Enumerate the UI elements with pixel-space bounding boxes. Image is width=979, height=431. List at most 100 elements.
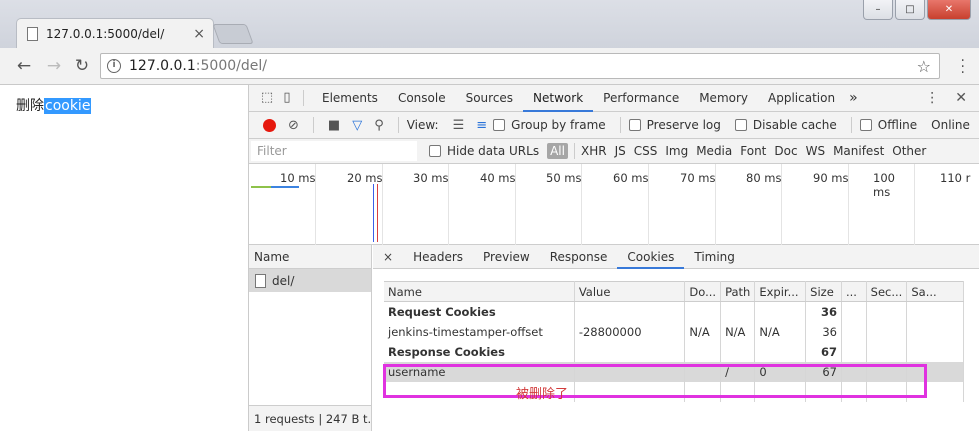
separator [312, 117, 314, 133]
reload-icon[interactable]: ↻ [72, 56, 92, 76]
close-window-button[interactable]: ✕ [927, 0, 971, 20]
record-icon[interactable] [263, 118, 276, 132]
cell [720, 301, 756, 322]
cell [841, 341, 867, 362]
clear-icon[interactable]: ⊘ [288, 118, 299, 133]
tab-preview[interactable]: Preview [473, 245, 540, 269]
checkbox-box [628, 119, 641, 131]
tab-sources[interactable]: Sources [456, 85, 523, 112]
group-by-frame-checkbox[interactable]: Group by frame [493, 118, 606, 132]
timeline-overview[interactable]: 10 ms 20 ms 30 ms 40 ms 50 ms 60 ms 70 m… [249, 164, 979, 245]
separator [619, 117, 621, 133]
col-value[interactable]: Value [574, 281, 686, 302]
type-filter-doc[interactable]: Doc [774, 144, 797, 158]
back-icon[interactable]: ← [14, 56, 34, 76]
offline-checkbox[interactable]: Offline [859, 118, 917, 132]
page-icon [27, 26, 38, 41]
name-column-header[interactable]: Name [249, 245, 371, 269]
type-filter-manifest[interactable]: Manifest [833, 144, 884, 158]
search-icon[interactable]: ⚲ [374, 118, 384, 133]
tab-memory[interactable]: Memory [689, 85, 758, 112]
tick: 30 ms [413, 164, 449, 245]
type-filter-ws[interactable]: WS [806, 144, 825, 158]
tab-network[interactable]: Network [523, 85, 594, 112]
screenshot-icon[interactable]: ■ [328, 118, 340, 133]
bookmark-star-icon[interactable]: ☆ [917, 57, 931, 76]
table-header-row: Name Value Do... Path Expir... Size ... … [384, 281, 964, 302]
type-filter-other[interactable]: Other [892, 144, 926, 158]
request-row[interactable]: del/ [249, 269, 371, 292]
list-view-icon[interactable]: ☰ [453, 118, 465, 133]
title-bar: 127.0.0.1:5000/del/ × – □ ✕ [0, 0, 979, 48]
cell [684, 341, 722, 362]
more-tabs-icon[interactable]: » [845, 85, 862, 112]
type-filter-xhr[interactable]: XHR [581, 144, 607, 158]
tick: 40 ms [480, 164, 516, 245]
delete-cookie-link[interactable]: 删除cookie [16, 95, 92, 115]
col-domain[interactable]: Do... [684, 281, 722, 302]
col-name[interactable]: Name [384, 281, 575, 302]
col-samesite[interactable]: Sa... [906, 281, 964, 302]
cell [906, 301, 964, 322]
tick-label: 100 ms [873, 171, 895, 199]
group-label: Response Cookies [384, 341, 575, 362]
tab-performance[interactable]: Performance [593, 85, 689, 112]
separator [303, 90, 304, 106]
info-icon[interactable]: i [107, 59, 121, 73]
cookie-name: jenkins-timestamper-offset [384, 321, 575, 342]
checkbox-label: Preserve log [646, 118, 721, 132]
tick-label: 30 ms [413, 171, 449, 185]
type-filter-media[interactable]: Media [696, 144, 732, 158]
filter-icon[interactable]: ▽ [352, 118, 362, 133]
col-size[interactable]: Size [805, 281, 842, 302]
selected-text: cookie [44, 98, 92, 114]
tab-cookies[interactable]: Cookies [617, 245, 685, 269]
address-bar[interactable]: i 127.0.0.1 :5000/del/ ☆ [100, 53, 940, 79]
tab-timing[interactable]: Timing [684, 245, 745, 269]
tab-close-icon[interactable]: × [193, 26, 205, 42]
type-filter-all[interactable]: All [547, 143, 568, 159]
checkbox-box [859, 119, 872, 131]
close-detail-icon[interactable]: × [373, 250, 403, 264]
cell [906, 341, 964, 362]
type-filter-css[interactable]: CSS [634, 144, 658, 158]
filter-input[interactable]: Filter [251, 141, 417, 161]
col-expires[interactable]: Expir... [754, 281, 807, 302]
cell [841, 301, 867, 322]
tick-label: 10 ms [280, 171, 316, 185]
maximize-button[interactable]: □ [895, 0, 925, 20]
devtools-menu-icon[interactable]: ⋮ [925, 90, 939, 106]
browser-tab[interactable]: 127.0.0.1:5000/del/ × [16, 18, 214, 48]
hide-data-urls-checkbox[interactable]: Hide data URLs [429, 144, 539, 158]
inspect-icon[interactable]: ⬚ [259, 90, 275, 106]
preserve-log-checkbox[interactable]: Preserve log [628, 118, 721, 132]
tab-application[interactable]: Application [758, 85, 845, 112]
request-list: Name del/ 1 requests | 247 B t... [249, 245, 372, 431]
table-row: Response Cookies 67 [384, 341, 964, 362]
device-toolbar-icon[interactable]: ▯ [279, 90, 295, 106]
tab-elements[interactable]: Elements [312, 85, 388, 112]
tick: 80 ms [746, 164, 782, 245]
devtools-close-icon[interactable]: ✕ [955, 90, 967, 106]
waterfall-view-icon[interactable]: ≡ [476, 118, 487, 133]
cell [574, 341, 686, 362]
table-row[interactable]: jenkins-timestamper-offset -28800000 N/A… [384, 321, 964, 342]
col-secure[interactable]: Sec... [866, 281, 908, 302]
type-filter-img[interactable]: Img [665, 144, 688, 158]
type-filter-font[interactable]: Font [740, 144, 766, 158]
tick-label: 90 ms [813, 171, 849, 185]
type-filter-js[interactable]: JS [615, 144, 626, 158]
col-httponly[interactable]: ... [841, 281, 867, 302]
tab-headers[interactable]: Headers [403, 245, 473, 269]
separator [397, 117, 399, 133]
tab-response[interactable]: Response [540, 245, 618, 269]
new-tab-button[interactable] [212, 24, 254, 44]
minimize-button[interactable]: – [863, 0, 893, 20]
disable-cache-checkbox[interactable]: Disable cache [734, 118, 837, 132]
forward-icon[interactable]: → [44, 56, 64, 76]
browser-menu-icon[interactable]: · · · [961, 54, 965, 80]
col-path[interactable]: Path [720, 281, 756, 302]
table-row: Request Cookies 36 [384, 301, 964, 322]
throttling-select[interactable]: Online [931, 118, 970, 132]
tab-console[interactable]: Console [388, 85, 456, 112]
